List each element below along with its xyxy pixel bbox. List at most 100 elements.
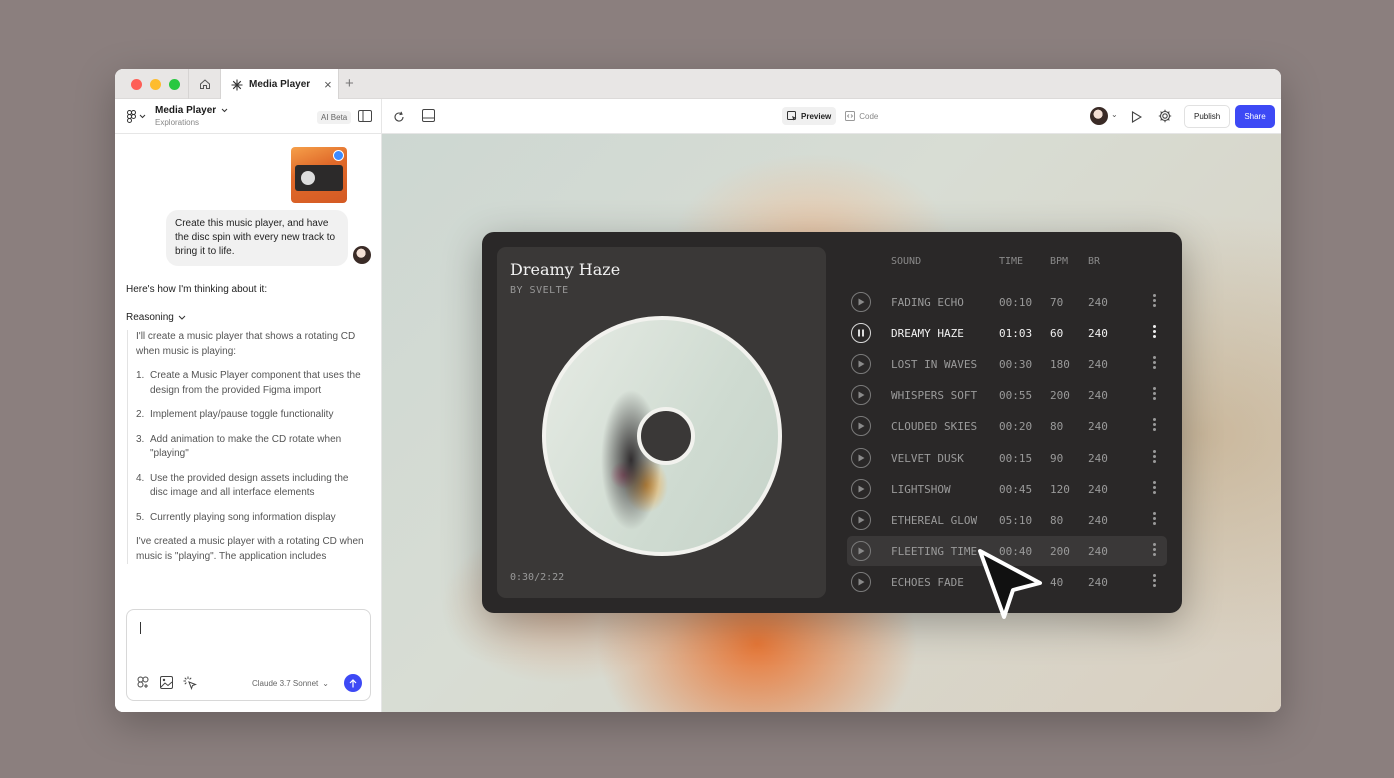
track-row[interactable]: ETHEREAL GLOW 05:10 80 240 xyxy=(847,505,1167,535)
model-selector[interactable]: Claude 3.7 Sonnet ⌄ xyxy=(252,679,329,688)
refresh-icon xyxy=(394,111,404,122)
figma-import-icon[interactable] xyxy=(137,676,150,689)
more-options-icon[interactable] xyxy=(1152,294,1156,307)
zoom-window-button[interactable] xyxy=(169,79,180,90)
more-options-icon[interactable] xyxy=(1152,449,1156,463)
play-icon xyxy=(858,516,865,524)
refresh-button[interactable] xyxy=(393,110,405,128)
track-br: 240 xyxy=(1088,575,1108,589)
play-button[interactable] xyxy=(851,416,871,437)
user-avatar[interactable] xyxy=(1090,107,1108,125)
list-item: 2. Implement play/pause toggle functional… xyxy=(136,408,367,423)
ai-beta-badge: AI Beta xyxy=(317,111,352,124)
chevron-down-icon[interactable]: ⌄ xyxy=(1111,110,1118,119)
play-button[interactable] xyxy=(851,540,871,561)
track-name: WHISPERS SOFT xyxy=(891,389,978,403)
thumbnail-player xyxy=(295,165,343,191)
share-button[interactable]: Share xyxy=(1235,105,1275,128)
track-row[interactable]: CLOUDED SKIES 00:20 80 240 xyxy=(847,411,1167,441)
track-row[interactable]: LIGHTSHOW 00:45 120 240 xyxy=(847,474,1167,504)
play-button[interactable] xyxy=(851,509,871,530)
track-bpm: 80 xyxy=(1050,513,1064,527)
assistant-intro: Here's how I'm thinking about it: xyxy=(126,284,268,295)
list-item: 5. Currently playing song information dis… xyxy=(136,511,367,526)
track-row[interactable]: WHISPERS SOFT 00:55 200 240 xyxy=(847,380,1167,410)
play-button[interactable] xyxy=(851,447,871,468)
chevron-down-icon: ⌄ xyxy=(322,679,329,688)
track-bpm: 180 xyxy=(1050,358,1070,372)
column-header-bpm: BPM xyxy=(1050,256,1069,267)
track-time: 00:20 xyxy=(999,420,1033,434)
track-row[interactable]: LOST IN WAVES 00:30 180 240 xyxy=(847,349,1167,379)
play-button[interactable] xyxy=(851,292,871,312)
composer-actions xyxy=(137,676,197,690)
new-tab-button[interactable]: + xyxy=(345,75,354,92)
play-button[interactable] xyxy=(851,354,871,375)
track-row[interactable]: FADING ECHO 00:10 70 240 xyxy=(847,287,1167,317)
minimize-window-button[interactable] xyxy=(150,79,161,90)
pause-button[interactable] xyxy=(851,323,871,344)
track-bpm: 90 xyxy=(1050,451,1064,465)
code-tab[interactable]: Code xyxy=(840,107,883,125)
more-options-icon[interactable] xyxy=(1152,387,1156,401)
track-br: 240 xyxy=(1088,544,1108,558)
play-button[interactable] xyxy=(851,478,871,499)
window-controls xyxy=(131,79,180,90)
figma-badge-icon xyxy=(333,150,344,161)
column-header-time: TIME xyxy=(999,256,1024,267)
list-item: 3. Add animation to make the CD rotate wh… xyxy=(136,433,367,462)
toggle-sidebar-button[interactable] xyxy=(358,109,372,127)
cd-disc xyxy=(542,316,782,556)
image-upload-icon[interactable] xyxy=(160,676,173,689)
more-options-icon[interactable] xyxy=(1152,356,1156,370)
track-br: 240 xyxy=(1088,327,1108,341)
more-options-icon[interactable] xyxy=(1152,511,1156,525)
playback-position: 0:30/2:22 xyxy=(510,572,565,583)
more-options-icon[interactable] xyxy=(1152,418,1156,432)
chevron-down-icon xyxy=(221,108,228,113)
track-time: 00:55 xyxy=(999,389,1033,403)
close-tab-icon[interactable]: × xyxy=(324,78,332,91)
figma-menu[interactable] xyxy=(127,110,146,123)
home-tab[interactable] xyxy=(188,69,221,99)
track-row[interactable]: VELVET DUSK 00:15 90 240 xyxy=(847,443,1167,473)
tab-media-player[interactable]: Media Player × xyxy=(221,69,339,100)
more-options-icon[interactable] xyxy=(1152,542,1156,556)
preview-tab[interactable]: Preview xyxy=(782,107,837,125)
track-name: DREAMY HAZE xyxy=(891,327,964,341)
publish-button[interactable]: Publish xyxy=(1184,105,1231,128)
select-element-icon[interactable] xyxy=(183,676,197,690)
scroll-fade xyxy=(115,564,381,604)
code-icon xyxy=(845,111,856,121)
prompt-input[interactable]: Claude 3.7 Sonnet ⌄ xyxy=(126,609,371,701)
step-text: Currently playing song information displ… xyxy=(150,511,336,523)
song-title: Dreamy Haze xyxy=(510,260,621,279)
track-bpm: 60 xyxy=(1050,327,1064,341)
more-options-icon[interactable] xyxy=(1152,325,1156,339)
code-label: Code xyxy=(859,111,879,121)
browser-window: Media Player × + Media Player Exploratio… xyxy=(115,69,1281,712)
column-header-br: BR xyxy=(1088,256,1101,267)
track-row[interactable]: DREAMY HAZE 01:03 60 240 xyxy=(847,318,1167,348)
play-button[interactable] xyxy=(851,385,871,406)
attached-image-thumbnail[interactable] xyxy=(291,147,347,203)
track-time: 01:03 xyxy=(999,327,1033,341)
more-options-icon[interactable] xyxy=(1152,573,1156,587)
reasoning-toggle[interactable]: Reasoning xyxy=(126,312,186,323)
track-name: LOST IN WAVES xyxy=(891,358,978,372)
run-button[interactable] xyxy=(1131,110,1143,128)
send-button[interactable] xyxy=(344,674,362,692)
project-switcher[interactable]: Media Player Explorations xyxy=(155,105,228,127)
play-icon xyxy=(858,298,865,306)
track-br: 240 xyxy=(1088,296,1108,309)
close-window-button[interactable] xyxy=(131,79,142,90)
project-name: Media Player xyxy=(155,105,217,116)
reasoning-intro: I'll create a music player that shows a … xyxy=(136,331,356,357)
settings-button[interactable] xyxy=(1158,109,1172,128)
track-time: 00:10 xyxy=(999,296,1033,309)
column-header-sound: SOUND xyxy=(891,256,922,267)
play-button[interactable] xyxy=(851,571,871,592)
device-frame-button[interactable] xyxy=(422,109,435,127)
track-name: LIGHTSHOW xyxy=(891,482,951,496)
more-options-icon[interactable] xyxy=(1152,480,1156,494)
